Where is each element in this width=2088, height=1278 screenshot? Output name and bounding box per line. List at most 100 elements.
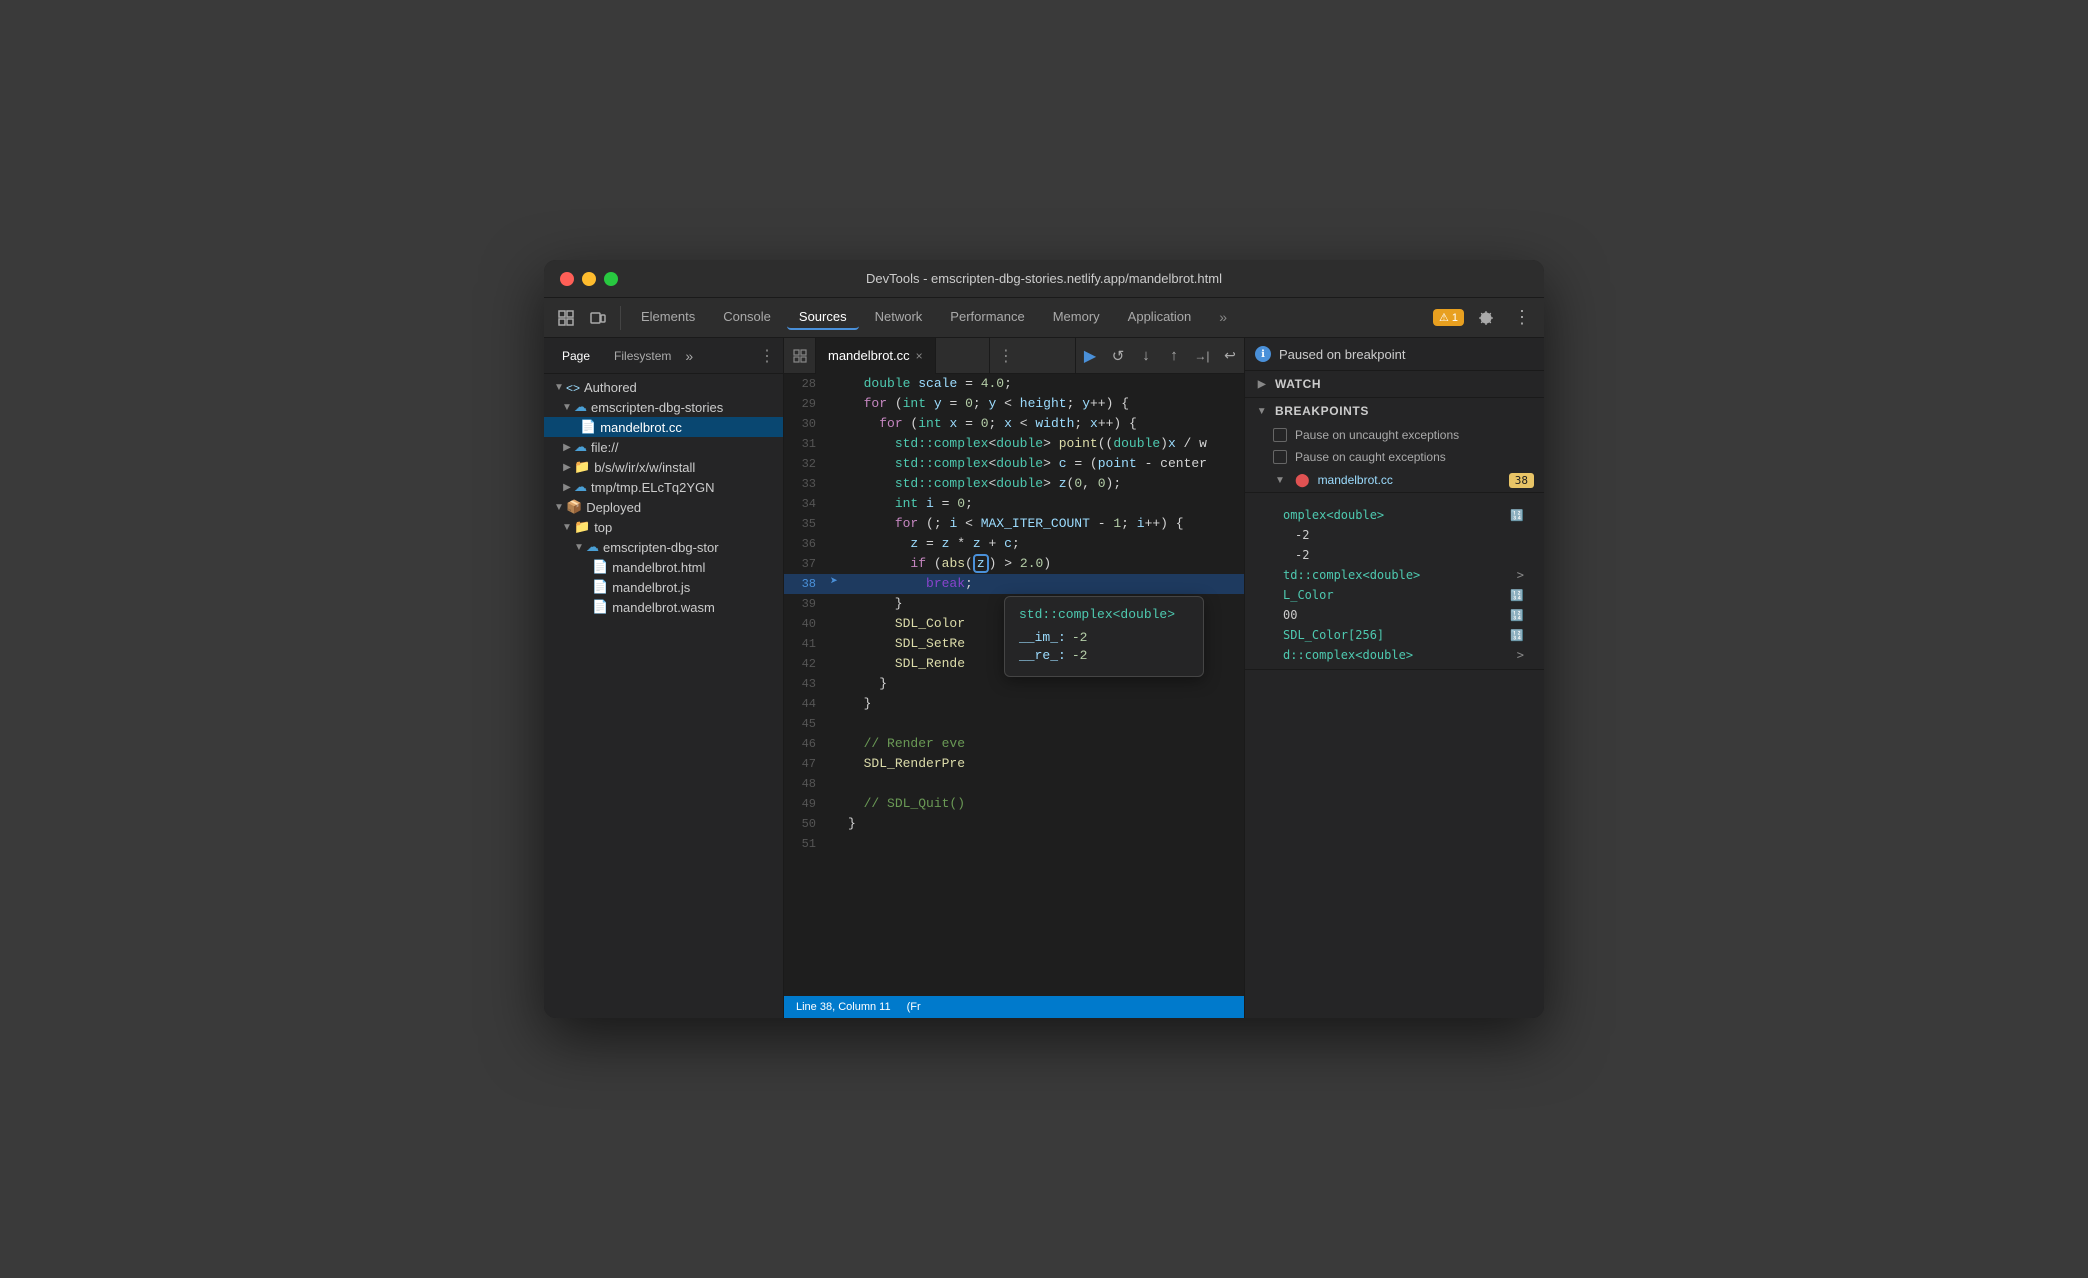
editor-tabs-bar: mandelbrot.cc × ⋮ ▶ ↺ ↓ ↑ →| ↩ [784,338,1244,374]
line-content-35: for (; i < MAX_ITER_COUNT - 1; i++) { [842,514,1244,534]
panel-tab-filesystem[interactable]: Filesystem [604,347,681,365]
code-line-37: 37 if (abs(z) > 2.0) [784,554,1244,574]
device-icon[interactable] [584,304,612,332]
scope-val-3: -2 [1295,548,1309,562]
tab-performance[interactable]: Performance [938,305,1036,330]
debugger-step-into-icon[interactable]: ↓ [1132,342,1160,370]
scope-item-1: omplex<double> 🔢 [1255,505,1534,525]
code-line-46: 46 // Render eve [784,734,1244,754]
line-num-49: 49 [784,794,826,814]
line-num-35: 35 [784,514,826,534]
line-num-40: 40 [784,614,826,634]
tree-mandelbrot-html[interactable]: 📄 mandelbrot.html [544,557,783,577]
line-num-46: 46 [784,734,826,754]
scope-type-4: td::complex<double> [1283,568,1420,582]
tab-memory[interactable]: Memory [1041,305,1112,330]
watch-section: ▶ Watch [1245,371,1544,398]
warning-badge[interactable]: ⚠ 1 [1433,309,1464,326]
tree-mandelbrot-wasm[interactable]: 📄 mandelbrot.wasm [544,597,783,617]
scope-icon-8: > [1517,648,1524,662]
bp-caught: Pause on caught exceptions [1245,446,1544,468]
tree-emscripten-deployed[interactable]: ▼ ☁ emscripten-dbg-stor [544,537,783,557]
line-content-32: std::complex<double> c = (point - center [842,454,1244,474]
debugger-step-over-icon[interactable]: ↺ [1104,342,1132,370]
warning-count: 1 [1452,312,1458,324]
watch-arrow: ▶ [1255,379,1269,390]
tab-network[interactable]: Network [863,305,935,330]
settings-icon[interactable] [1472,304,1500,332]
file-tree: ▼ <> Authored ▼ ☁ emscripten-dbg-stories… [544,374,783,1018]
status-line-col: Line 38, Column 11 [796,1001,891,1013]
line-content-29: for (int y = 0; y < height; y++) { [842,394,1244,414]
tree-mandelbrot-cc[interactable]: 📄 mandelbrot.cc [544,417,783,437]
paused-icon: ℹ [1255,346,1271,362]
line-content-31: std::complex<double> point((double)x / w [842,434,1244,454]
tree-tmp-cloud[interactable]: ▶ ☁ tmp/tmp.ELcTq2YGN [544,477,783,497]
file-panel: Page Filesystem » ⋮ ▼ <> Authored ▼ ☁ em… [544,338,784,1018]
inspect-icon[interactable] [552,304,580,332]
scope-type-1: omplex<double> [1283,508,1384,522]
code-line-32: 32 std::complex<double> c = (point - cen… [784,454,1244,474]
tree-authored[interactable]: ▼ <> Authored [544,378,783,397]
debugger-deactivate-icon[interactable]: ↩ [1216,342,1244,370]
scope-type-5: L_Color [1283,588,1334,602]
bp-file-arrow: ▼ [1273,475,1287,486]
code-line-51: 51 [784,834,1244,854]
panel-tabs: Page Filesystem » ⋮ [544,338,783,374]
line-num-29: 29 [784,394,826,414]
bp-file-header[interactable]: ▼ ⬤ mandelbrot.cc 38 [1273,472,1534,488]
watch-section-header[interactable]: ▶ Watch [1245,371,1544,397]
line-content-43: } [842,674,1244,694]
line-content-34: int i = 0; [842,494,1244,514]
code-line-29: 29 for (int y = 0; y < height; y++) { [784,394,1244,414]
tree-emscripten-cloud[interactable]: ▼ ☁ emscripten-dbg-stories [544,397,783,417]
breakpoints-section-header[interactable]: ▼ Breakpoints [1245,398,1544,424]
file-arrow: ▶ [560,442,574,453]
deployed-label: Deployed [586,500,641,515]
editor-tab-mandelbrot-cc[interactable]: mandelbrot.cc × [816,338,936,374]
panel-tab-page[interactable]: Page [552,347,600,365]
scope-section: omplex<double> 🔢 -2 -2 td::complex<doubl… [1245,501,1544,670]
line-num-28: 28 [784,374,826,394]
more-options-icon[interactable]: ⋮ [1508,304,1536,332]
line-num-32: 32 [784,454,826,474]
code-line-45: 45 [784,714,1244,734]
maximize-button[interactable] [604,272,618,286]
line-num-39: 39 [784,594,826,614]
tab-sources[interactable]: Sources [787,305,859,330]
tree-install-folder[interactable]: ▶ 📁 b/s/w/ir/x/w/install [544,457,783,477]
bp-caught-checkbox[interactable] [1273,450,1287,464]
scope-item-2: -2 [1255,525,1534,545]
line-num-48: 48 [784,774,826,794]
scope-type-8: d::complex<double> [1283,648,1413,662]
editor-nav-back[interactable] [784,338,816,374]
bp-uncaught-checkbox[interactable] [1273,428,1287,442]
editor-tab-more[interactable]: ⋮ [989,338,1021,374]
tab-elements[interactable]: Elements [629,305,707,330]
line-num-45: 45 [784,714,826,734]
tab-application[interactable]: Application [1116,305,1204,330]
debugger-step-icon[interactable]: →| [1188,342,1216,370]
scope-icon-7: 🔢 [1510,629,1524,642]
bp-caught-label: Pause on caught exceptions [1295,450,1446,464]
code-line-35: 35 for (; i < MAX_ITER_COUNT - 1; i++) { [784,514,1244,534]
code-line-47: 47 SDL_RenderPre [784,754,1244,774]
code-editor[interactable]: 28 double scale = 4.0; 29 for (int y = 0… [784,374,1244,996]
tab-console[interactable]: Console [711,305,783,330]
tree-file-cloud[interactable]: ▶ ☁ file:// [544,437,783,457]
debugger-step-out-icon[interactable]: ↑ [1160,342,1188,370]
panel-tab-more[interactable]: » [685,348,693,364]
tree-top-folder[interactable]: ▼ 📁 top [544,517,783,537]
minimize-button[interactable] [582,272,596,286]
close-button[interactable] [560,272,574,286]
tree-mandelbrot-js[interactable]: 📄 mandelbrot.js [544,577,783,597]
paused-banner: ℹ Paused on breakpoint [1245,338,1544,371]
panel-more-options-icon[interactable]: ⋮ [759,346,775,366]
line-content-47: SDL_RenderPre [842,754,1244,774]
debugger-resume-icon[interactable]: ▶ [1076,342,1104,370]
tree-deployed[interactable]: ▼ 📦 Deployed [544,497,783,517]
watch-label: Watch [1275,377,1321,391]
line-num-51: 51 [784,834,826,854]
editor-tab-close-icon[interactable]: × [916,349,923,363]
tab-more[interactable]: » [1207,305,1239,331]
